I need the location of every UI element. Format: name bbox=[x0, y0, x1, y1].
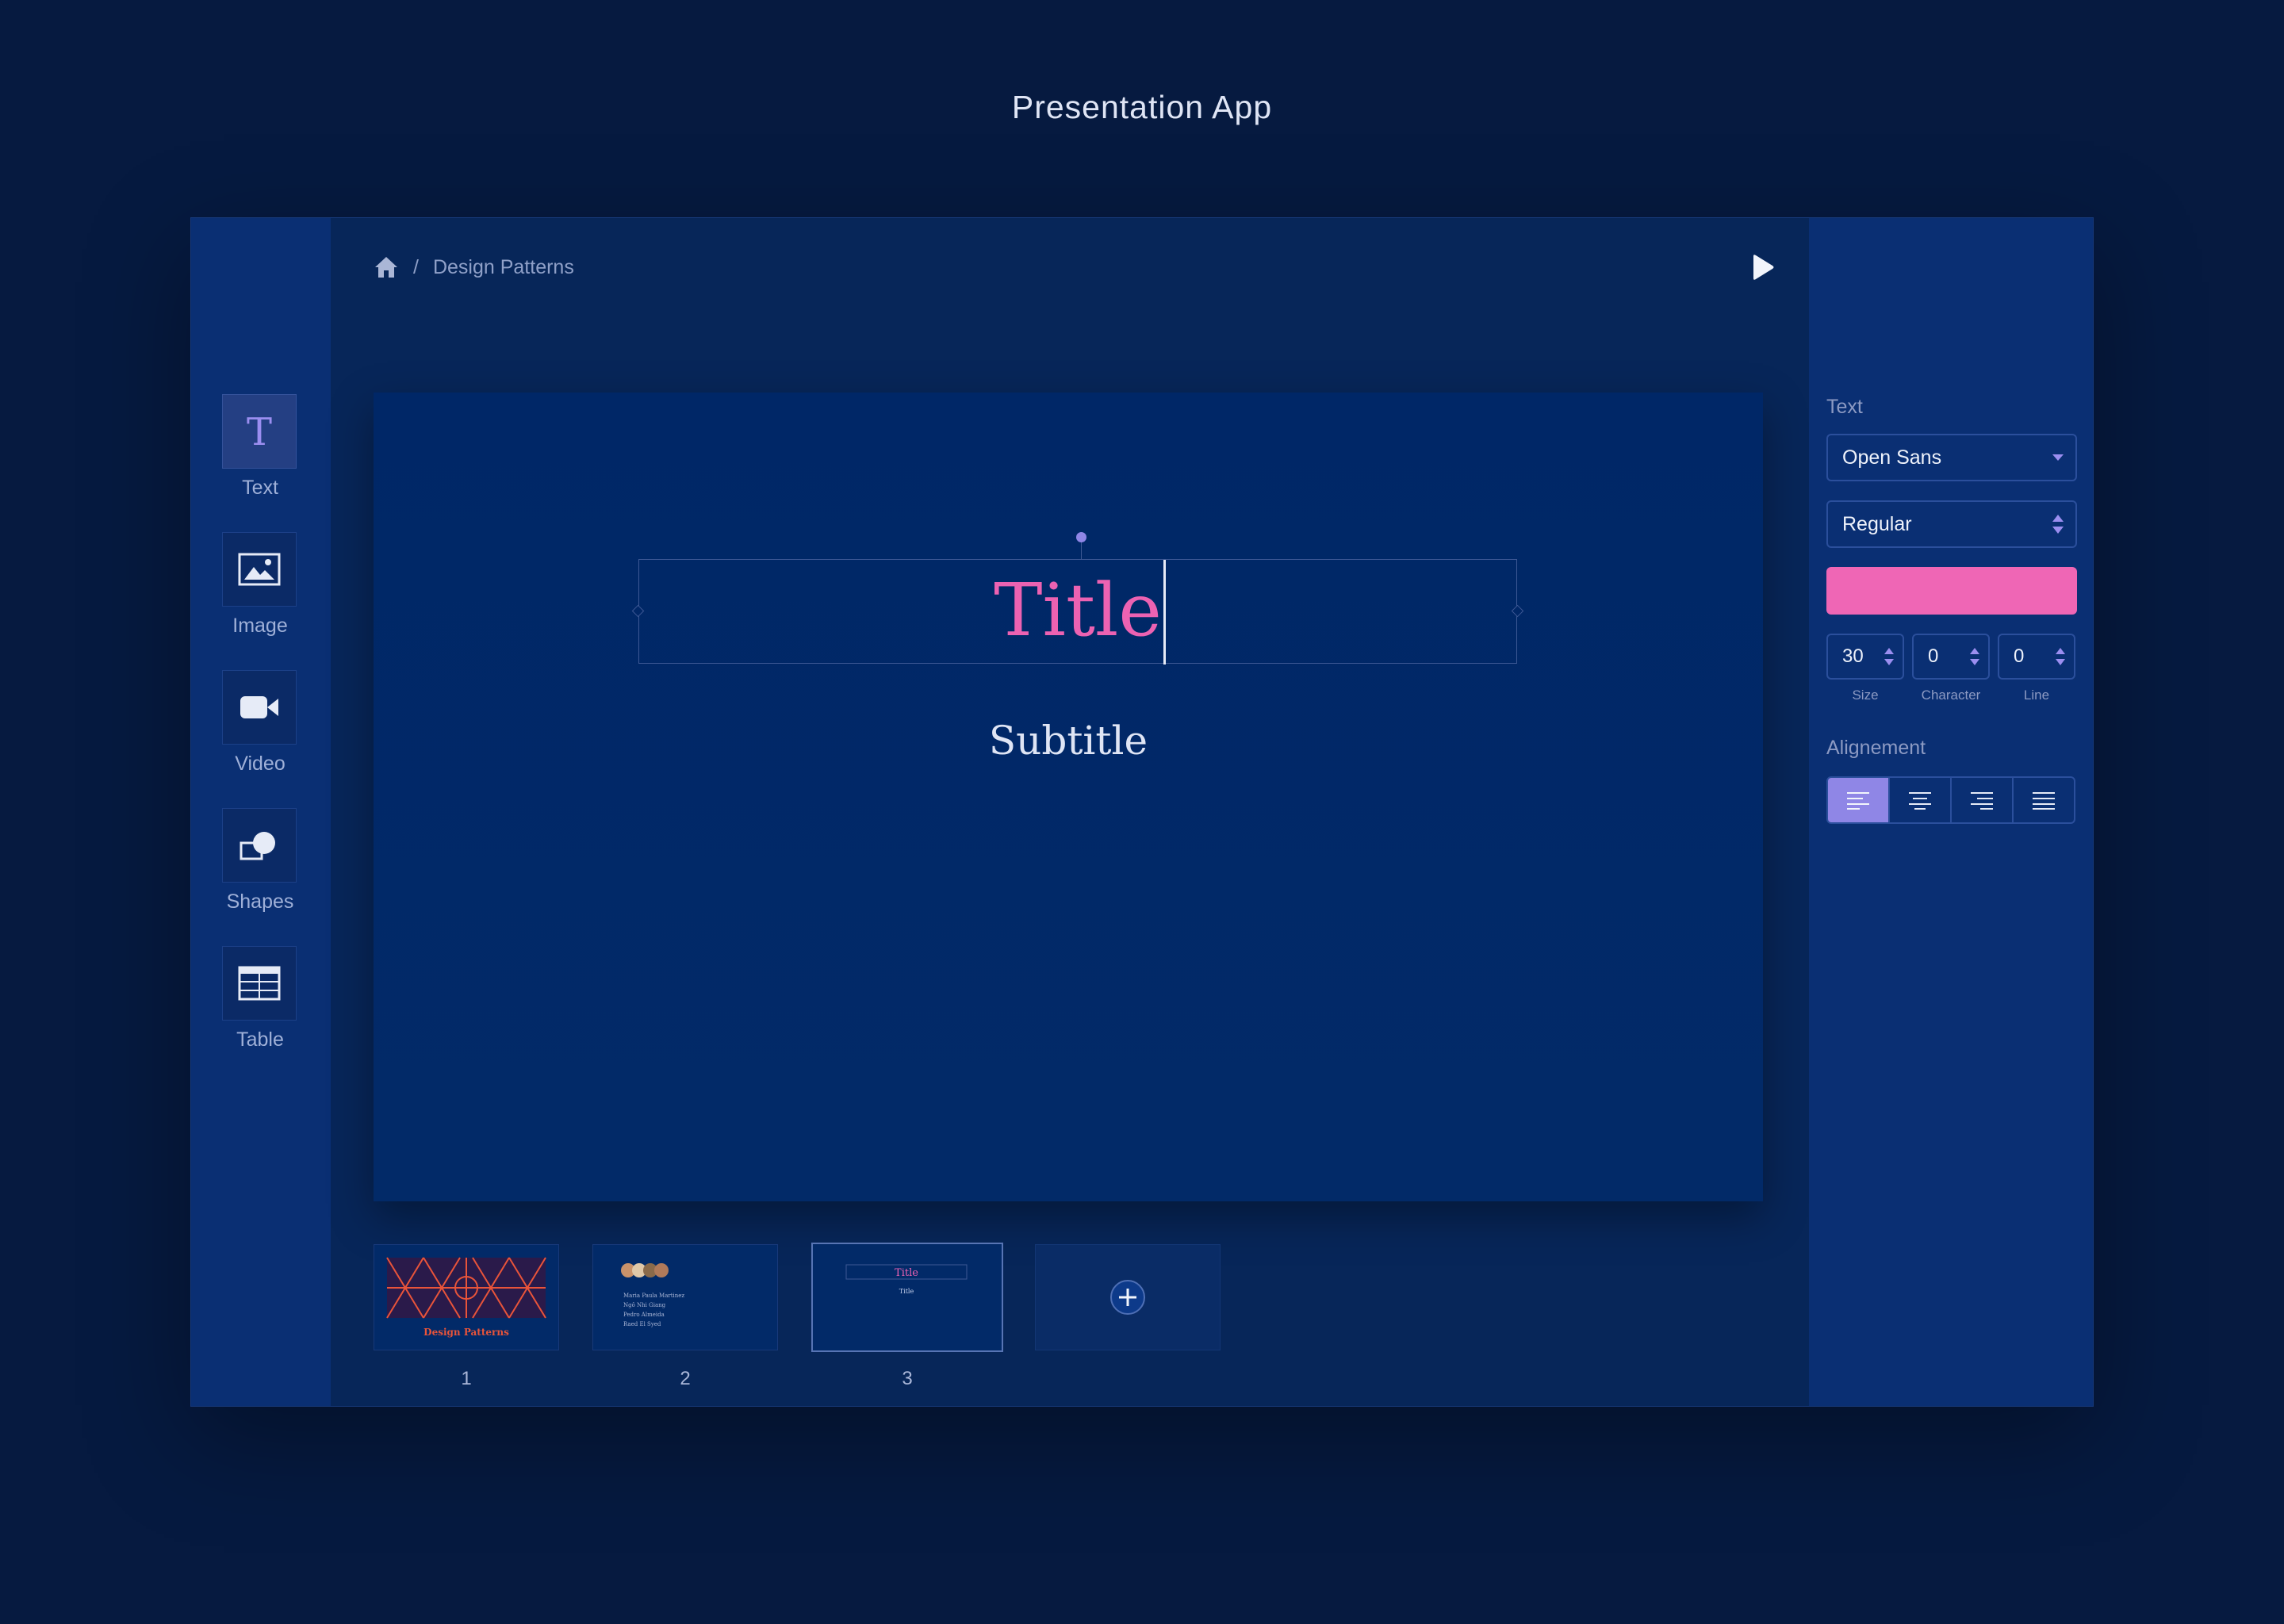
alignment-group bbox=[1826, 776, 2075, 824]
thumbnail-line: Maria Paula Martinez bbox=[623, 1293, 684, 1299]
section-label-alignment: Alignement bbox=[1826, 737, 1926, 759]
slide-canvas[interactable]: Title Subtitle bbox=[374, 393, 1763, 1201]
tool-label: Image bbox=[232, 615, 288, 637]
pattern-artwork: Design Patterns bbox=[386, 1257, 546, 1338]
tool-label: Video bbox=[235, 753, 286, 775]
align-justify-icon bbox=[2033, 792, 2055, 810]
align-right-button[interactable] bbox=[1952, 778, 2014, 822]
thumbnail-title: Title bbox=[895, 1267, 918, 1279]
team-slide-preview: Maria Paula Martinez Ngô Nhi Giang Pedro… bbox=[621, 1263, 684, 1327]
slide-thumbnail-2[interactable]: Maria Paula Martinez Ngô Nhi Giang Pedro… bbox=[592, 1244, 778, 1350]
stepper-arrows-icon bbox=[2052, 515, 2064, 534]
video-camera-icon bbox=[240, 696, 278, 718]
tool-label: Shapes bbox=[226, 891, 294, 913]
slide-number: 1 bbox=[461, 1368, 472, 1389]
text-cursor bbox=[1163, 560, 1166, 665]
slide-thumbnail-3[interactable]: Title Title bbox=[811, 1243, 1003, 1352]
slide-title[interactable]: Title bbox=[639, 560, 1516, 661]
image-icon bbox=[238, 553, 281, 586]
breadcrumb: / Design Patterns bbox=[374, 250, 574, 285]
font-family-select[interactable]: Open Sans bbox=[1826, 434, 2077, 481]
app-window: T Text Image Video Shapes Table / Design… bbox=[190, 217, 2094, 1407]
insert-toolbar: T Text Image Video Shapes Table bbox=[191, 218, 331, 1406]
tool-label: Table bbox=[236, 1028, 284, 1051]
section-label-text: Text bbox=[1826, 396, 1863, 418]
stepper-arrows-icon[interactable] bbox=[1969, 647, 1980, 666]
thumbnail-line: Pedro Almeida bbox=[623, 1312, 665, 1318]
line-spacing-label: Line bbox=[2023, 688, 2050, 703]
text-color-swatch[interactable] bbox=[1826, 567, 2077, 615]
svg-text:T: T bbox=[247, 412, 272, 451]
home-icon[interactable] bbox=[374, 255, 399, 279]
current-slide-preview: Title Title bbox=[845, 1264, 968, 1295]
tool-shapes[interactable]: Shapes bbox=[222, 808, 298, 914]
tool-image[interactable]: Image bbox=[222, 532, 298, 638]
align-justify-button[interactable] bbox=[2014, 778, 2074, 822]
align-center-icon bbox=[1909, 792, 1931, 810]
line-spacing-value: 0 bbox=[2014, 645, 2025, 667]
slide-thumbnail-1[interactable]: Design Patterns bbox=[374, 1244, 559, 1350]
font-weight-value: Regular bbox=[1842, 512, 1912, 535]
play-icon[interactable] bbox=[1746, 251, 1777, 283]
align-left-button[interactable] bbox=[1828, 778, 1890, 822]
title-text-box[interactable]: Title bbox=[638, 559, 1517, 665]
tool-text[interactable]: T Text bbox=[222, 394, 298, 500]
slide-subtitle[interactable]: Subtitle bbox=[374, 718, 1763, 764]
font-family-value: Open Sans bbox=[1842, 446, 1942, 469]
caret-down-icon bbox=[2052, 454, 2064, 461]
character-spacing-value: 0 bbox=[1928, 645, 1939, 667]
app-title: Presentation App bbox=[1011, 89, 1273, 125]
line-spacing-stepper[interactable]: 0 bbox=[1998, 634, 2075, 680]
tool-label: Text bbox=[242, 477, 278, 499]
thumbnail-subtitle: Title bbox=[899, 1288, 914, 1295]
tool-video[interactable]: Video bbox=[222, 670, 298, 776]
text-icon: T bbox=[247, 412, 272, 451]
align-center-button[interactable] bbox=[1890, 778, 1952, 822]
rotate-handle-line bbox=[1081, 542, 1082, 560]
plus-circle-icon bbox=[1110, 1280, 1145, 1315]
slide-number: 3 bbox=[902, 1368, 913, 1389]
font-size-stepper[interactable]: 30 bbox=[1826, 634, 1904, 680]
tool-table[interactable]: Table bbox=[222, 946, 298, 1051]
thumbnail-line: Raed El Syed bbox=[623, 1321, 661, 1327]
align-left-icon bbox=[1847, 792, 1869, 810]
slide-number: 2 bbox=[680, 1368, 691, 1389]
table-icon bbox=[238, 966, 281, 1001]
add-slide-button[interactable] bbox=[1035, 1244, 1221, 1350]
avatar bbox=[654, 1263, 669, 1277]
rotate-handle[interactable] bbox=[1076, 532, 1086, 542]
thumbnail-caption: Design Patterns bbox=[423, 1327, 509, 1338]
stepper-arrows-icon[interactable] bbox=[2055, 647, 2066, 666]
font-size-label: Size bbox=[1852, 688, 1879, 703]
character-spacing-stepper[interactable]: 0 bbox=[1912, 634, 1990, 680]
align-right-icon bbox=[1971, 792, 1993, 810]
stepper-arrows-icon[interactable] bbox=[1884, 647, 1895, 666]
font-weight-select[interactable]: Regular bbox=[1826, 500, 2077, 548]
thumbnail-line: Ngô Nhi Giang bbox=[623, 1302, 666, 1308]
breadcrumb-current[interactable]: Design Patterns bbox=[433, 256, 574, 279]
character-spacing-label: Character bbox=[1921, 688, 1981, 703]
font-size-value: 30 bbox=[1842, 645, 1864, 667]
breadcrumb-separator: / bbox=[413, 255, 419, 278]
shapes-icon bbox=[240, 832, 275, 860]
